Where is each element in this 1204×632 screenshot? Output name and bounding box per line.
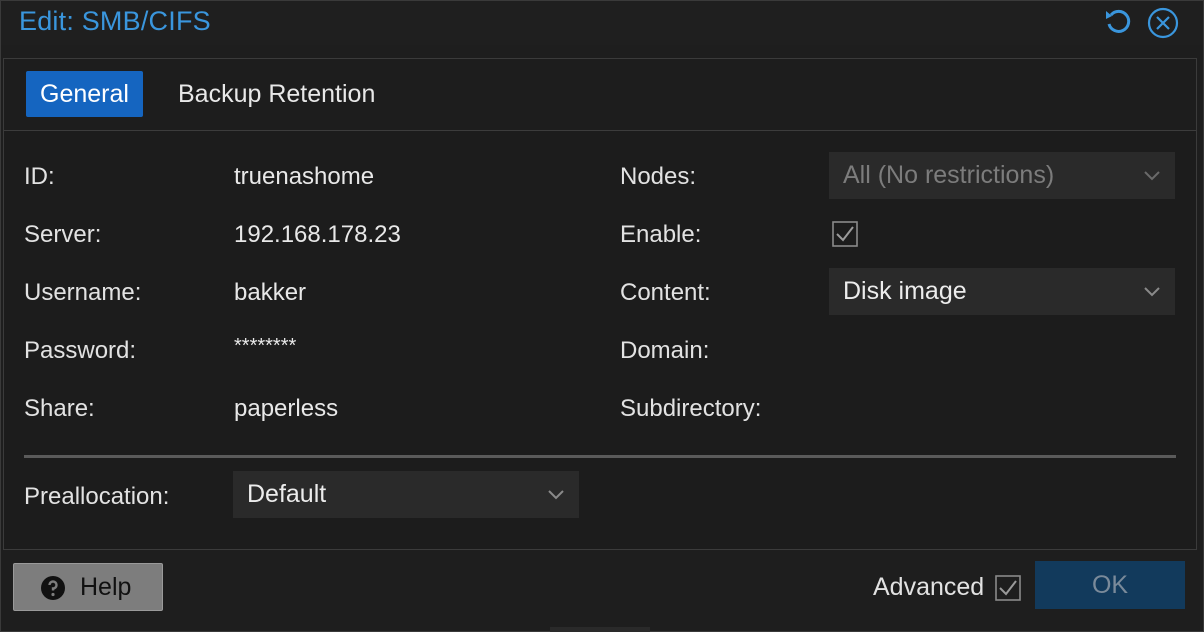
background-edge [550,627,650,632]
tab-general[interactable]: General [26,71,143,117]
content-select[interactable]: Disk image [829,268,1175,315]
form-panel: General Backup Retention ID: truenashome… [3,58,1197,550]
dialog-title: Edit: SMB/CIFS [19,6,211,36]
username-label: Username: [24,279,142,306]
nodes-select: All (No restrictions) [829,152,1175,199]
edit-dialog: Edit: SMB/CIFS General Backup Retention … [0,0,1204,632]
server-label: Server: [24,221,102,248]
chevron-down-icon [548,490,564,500]
subdirectory-label: Subdirectory: [620,395,762,422]
help-button[interactable]: Help [13,563,163,611]
password-value: ******** [234,335,297,357]
content-value: Disk image [843,277,967,305]
nodes-label: Nodes: [620,163,697,190]
domain-label: Domain: [620,337,710,364]
nodes-value: All (No restrictions) [843,161,1055,189]
dialog-footer: Help Advanced OK [1,551,1203,631]
tab-backup-retention[interactable]: Backup Retention [164,71,389,117]
section-divider [24,455,1176,458]
enable-label: Enable: [620,221,702,248]
username-value: bakker [234,279,307,306]
reset-icon[interactable] [1103,7,1133,37]
close-icon[interactable] [1147,7,1179,39]
share-value: paperless [234,395,339,422]
question-circle-icon [41,576,65,600]
chevron-down-icon [1144,171,1160,181]
advanced-label: Advanced [873,573,985,601]
tab-bar: General Backup Retention [4,59,1196,131]
preallocation-select[interactable]: Default [233,471,579,518]
password-label: Password: [24,337,137,364]
chevron-down-icon [1144,287,1160,297]
id-label: ID: [24,163,55,190]
preallocation-label: Preallocation: [24,483,170,510]
help-label: Help [80,573,132,601]
enable-checkbox[interactable] [832,221,858,247]
title-bar: Edit: SMB/CIFS [1,1,1203,45]
advanced-checkbox[interactable] [995,575,1021,601]
share-label: Share: [24,395,95,422]
preallocation-value: Default [247,480,327,508]
ok-button[interactable]: OK [1035,561,1185,609]
server-value: 192.168.178.23 [234,221,401,248]
id-value: truenashome [234,163,375,190]
content-label: Content: [620,279,711,306]
ok-label: OK [1091,571,1129,599]
